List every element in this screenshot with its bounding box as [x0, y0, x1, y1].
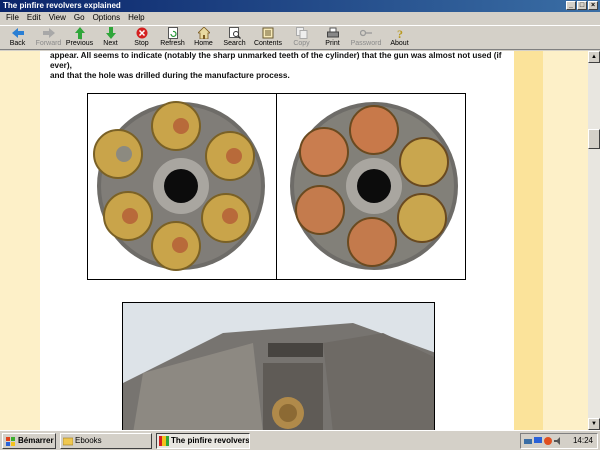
- minimize-button[interactable]: _: [566, 1, 576, 10]
- system-tray: 14:24: [520, 433, 598, 449]
- search-button[interactable]: Search: [219, 26, 250, 50]
- print-icon: [326, 27, 339, 39]
- taskbar-item-ebooks[interactable]: Ebooks: [60, 433, 152, 449]
- taskbar-item-label: Ebooks: [75, 436, 102, 445]
- search-icon: [228, 27, 241, 39]
- password-button[interactable]: Password: [348, 26, 384, 50]
- previous-label: Previous: [65, 40, 94, 47]
- menu-help[interactable]: Help: [124, 12, 148, 24]
- about-label: About: [390, 40, 409, 47]
- stop-icon: [136, 27, 148, 39]
- home-label: Home: [194, 40, 213, 47]
- scroll-thumb[interactable]: [588, 129, 600, 149]
- menu-options[interactable]: Options: [89, 12, 125, 24]
- window-title: The pinfire revolvers explained: [3, 1, 121, 10]
- antivirus-icon[interactable]: [544, 437, 552, 445]
- network-icon[interactable]: [524, 437, 532, 445]
- monitor-icon[interactable]: [534, 437, 542, 445]
- menu-view[interactable]: View: [45, 12, 70, 24]
- menu-edit[interactable]: Edit: [23, 12, 45, 24]
- back-label: Back: [9, 40, 26, 47]
- taskbar-item-label: The pinfire revolvers ...: [171, 436, 250, 445]
- about-icon: ?: [394, 27, 406, 39]
- browser-window: The pinfire revolvers explained _ □ × Fi…: [0, 0, 600, 430]
- back-button[interactable]: Back: [2, 26, 33, 50]
- home-button[interactable]: Home: [188, 26, 219, 50]
- copy-button[interactable]: Copy: [286, 26, 317, 50]
- back-arrow-icon: [11, 27, 24, 39]
- scroll-up-button[interactable]: ▲: [588, 51, 600, 63]
- menu-file[interactable]: File: [2, 12, 23, 24]
- paragraph-line: appear. All seems to indicate (notably t…: [50, 51, 502, 70]
- start-button[interactable]: Bémarrer: [2, 433, 56, 449]
- svg-text:?: ?: [397, 27, 403, 39]
- menu-bar: File Edit View Go Options Help: [0, 12, 600, 24]
- next-label: Next: [103, 40, 118, 47]
- maximize-button[interactable]: □: [577, 1, 587, 10]
- contents-label: Contents: [253, 40, 283, 47]
- up-arrow-icon: [74, 27, 86, 39]
- document-view: appear. All seems to indicate (notably t…: [0, 51, 588, 430]
- copy-label: Copy: [293, 40, 310, 47]
- cylinder-photo: [87, 93, 466, 280]
- home-icon: [197, 27, 210, 39]
- down-arrow-icon: [105, 27, 117, 39]
- about-button[interactable]: ? About: [384, 26, 415, 50]
- menu-go[interactable]: Go: [70, 12, 89, 24]
- stop-label: Stop: [134, 40, 149, 47]
- key-icon: [360, 27, 372, 39]
- print-label: Print: [325, 40, 340, 47]
- password-label: Password: [350, 40, 382, 47]
- copy-icon: [295, 27, 308, 39]
- vertical-scrollbar[interactable]: ▲ ▼: [588, 51, 600, 430]
- refresh-icon: [167, 27, 179, 39]
- contents-button[interactable]: Contents: [250, 26, 286, 50]
- close-button[interactable]: ×: [588, 1, 598, 10]
- forward-button[interactable]: Forward: [33, 26, 64, 50]
- next-button[interactable]: Next: [95, 26, 126, 50]
- print-button[interactable]: Print: [317, 26, 348, 50]
- stop-button[interactable]: Stop: [126, 26, 157, 50]
- ebook-app-icon: [159, 436, 169, 446]
- paragraph-line: and that the hole was drilled during the…: [50, 71, 290, 80]
- search-label: Search: [223, 40, 246, 47]
- speaker-icon[interactable]: [554, 437, 562, 445]
- previous-button[interactable]: Previous: [64, 26, 95, 50]
- taskbar-item-pinfire[interactable]: The pinfire revolvers ...: [156, 433, 250, 449]
- forward-arrow-icon: [42, 27, 55, 39]
- windows-logo-icon: [6, 437, 15, 446]
- title-bar: The pinfire revolvers explained _ □ ×: [0, 0, 600, 12]
- start-label: Bémarrer: [18, 436, 54, 445]
- refresh-button[interactable]: Refresh: [157, 26, 188, 50]
- folder-icon: [63, 437, 73, 446]
- frame-closeup-image: [123, 303, 434, 430]
- taskbar: Bémarrer Ebooks The pinfire revolvers ..…: [0, 430, 600, 450]
- forward-label: Forward: [35, 40, 62, 47]
- frame-closeup-photo: [122, 302, 435, 430]
- scroll-down-button[interactable]: ▼: [588, 418, 600, 430]
- article-paragraph: appear. All seems to indicate (notably t…: [50, 51, 510, 81]
- toolbar: Back Forward Previous Next Stop Refresh …: [0, 25, 600, 50]
- refresh-label: Refresh: [160, 40, 185, 47]
- page-body: appear. All seems to indicate (notably t…: [40, 51, 514, 430]
- clock[interactable]: 14:24: [573, 434, 593, 448]
- contents-icon: [262, 27, 274, 39]
